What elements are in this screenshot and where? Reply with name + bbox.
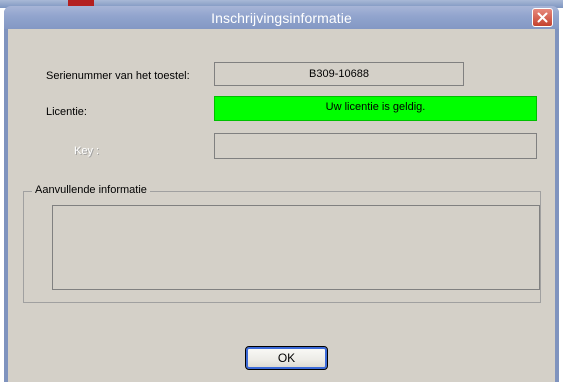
additional-info-title: Aanvullende informatie (32, 184, 150, 196)
close-button[interactable] (532, 8, 553, 27)
key-input[interactable] (214, 133, 537, 159)
key-label: Key : (74, 145, 100, 157)
dialog-content: Serienummer van het toestel: B309-10688 … (8, 29, 555, 382)
window-title: Inschrijvingsinformatie (211, 10, 352, 26)
close-icon (537, 12, 548, 23)
license-label: Licentie: (46, 106, 87, 118)
serial-number-field: B309-10688 (214, 62, 464, 86)
registration-dialog: Inschrijvingsinformatie Serienummer van … (4, 6, 559, 382)
ok-button[interactable]: OK (245, 346, 328, 370)
serial-number-label: Serienummer van het toestel: (46, 70, 190, 82)
license-status-field: Uw licentie is geldig. (214, 96, 537, 121)
additional-info-box (52, 205, 540, 290)
title-bar[interactable]: Inschrijvingsinformatie (4, 6, 559, 29)
